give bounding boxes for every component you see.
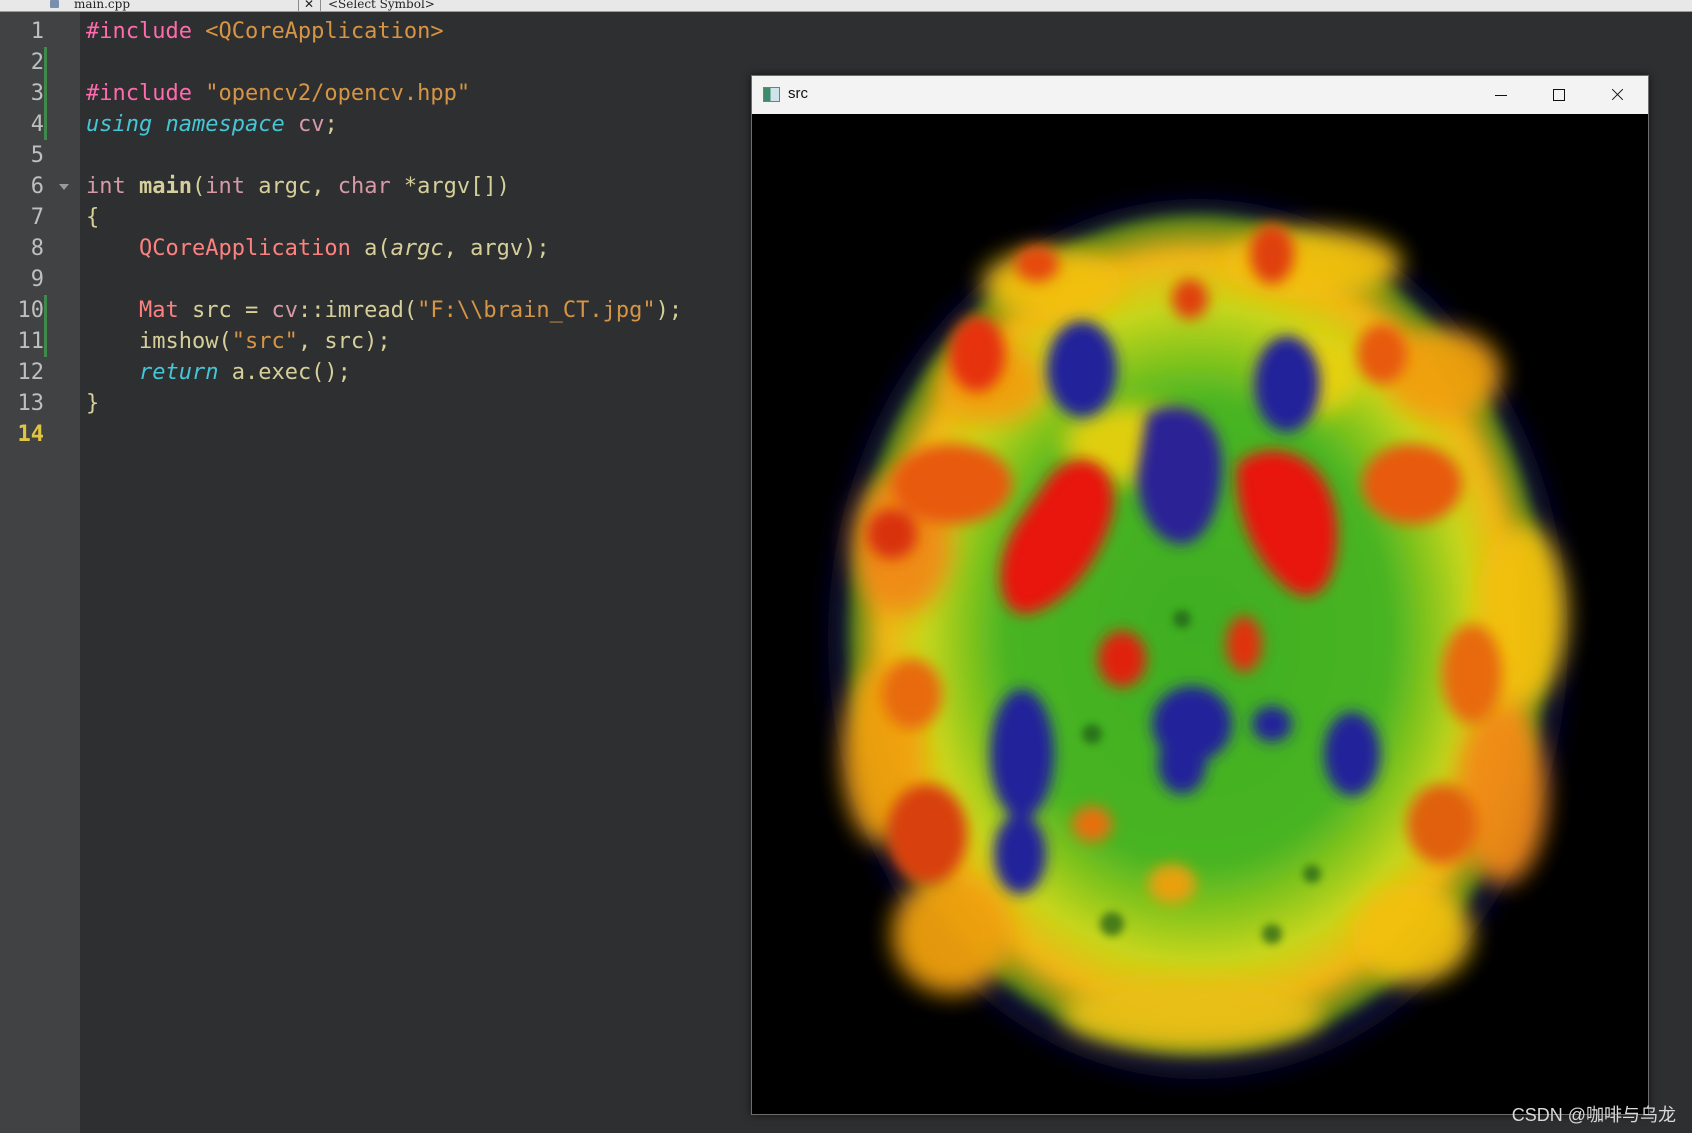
editor-toolbar: main.cpp ✕ <Select Symbol> xyxy=(0,0,1692,12)
code-line: { xyxy=(86,202,99,233)
toolbar-divider xyxy=(298,0,299,11)
code-line: using namespace cv; xyxy=(86,109,338,140)
code-token: cv xyxy=(271,298,298,323)
code-token: argc, xyxy=(244,174,338,199)
current-line-number: 14 xyxy=(17,422,45,447)
window-title: src xyxy=(788,85,808,102)
close-file-icon[interactable]: ✕ xyxy=(304,0,314,11)
maximize-icon[interactable] xyxy=(1530,76,1588,114)
code-token: using xyxy=(86,112,153,137)
code-token: a( xyxy=(350,236,391,261)
line-number: 12 xyxy=(17,360,45,385)
line-number: 6 xyxy=(30,174,44,199)
line-number: 5 xyxy=(30,143,44,168)
code-token: return xyxy=(138,360,219,385)
opencv-window-icon xyxy=(763,87,780,102)
code-token: namespace xyxy=(165,112,285,137)
brain-scan-graphic xyxy=(828,199,1568,1079)
code-token: char xyxy=(337,174,391,199)
code-token: #include xyxy=(86,19,192,44)
code-token: QCoreApplication xyxy=(138,236,351,261)
code-token: argc xyxy=(390,236,444,261)
code-token: int xyxy=(205,174,245,199)
minimize-icon[interactable] xyxy=(1472,76,1530,114)
code-token: { xyxy=(86,205,100,230)
code-editor[interactable]: #include <QCoreApplication> #include "op… xyxy=(86,12,756,1133)
code-token: a.exec(); xyxy=(218,360,351,385)
close-icon[interactable] xyxy=(1588,76,1646,114)
code-token: main xyxy=(139,174,192,199)
symbol-selector[interactable]: <Select Symbol> xyxy=(328,0,435,11)
code-line: #include <QCoreApplication> xyxy=(86,16,444,47)
code-token: "opencv2/opencv.hpp" xyxy=(191,81,471,106)
line-number: 10 xyxy=(17,298,45,323)
code-token: Mat xyxy=(138,298,179,323)
code-token: "F:\\brain_CT.jpg" xyxy=(417,298,656,323)
code-token: *argv[]) xyxy=(390,174,510,199)
code-line: int main(int argc, char *argv[]) xyxy=(86,171,510,202)
code-line: #include "opencv2/opencv.hpp" xyxy=(86,78,470,109)
file-type-icon xyxy=(50,0,59,8)
line-number: 1 xyxy=(30,19,44,44)
code-token: ; xyxy=(324,112,338,137)
code-token: cv xyxy=(284,112,325,137)
window-titlebar[interactable]: src xyxy=(752,76,1648,114)
code-token: ( xyxy=(191,174,206,199)
watermark: CSDN @咖啡与乌龙 xyxy=(1511,1105,1676,1125)
line-number: 7 xyxy=(30,205,44,230)
code-token: <QCoreApplication> xyxy=(191,19,444,44)
line-number: 4 xyxy=(30,112,44,137)
line-number: 13 xyxy=(17,391,45,416)
line-number-gutter: 1 2 3 4 5 6 7 8 9 10 11 12 13 14 xyxy=(0,12,80,1133)
code-token: } xyxy=(86,391,100,416)
toolbar-divider xyxy=(320,0,321,11)
code-line: } xyxy=(86,388,99,419)
code-token: int xyxy=(86,174,126,199)
code-token: imshow( xyxy=(86,329,232,354)
code-token: , argv); xyxy=(443,236,550,261)
code-line: imshow("src", src); xyxy=(86,326,391,357)
line-number: 8 xyxy=(30,236,44,261)
code-token: "src" xyxy=(231,329,298,354)
line-number: 2 xyxy=(30,50,44,75)
code-token: ::imread( xyxy=(297,298,418,323)
line-number: 9 xyxy=(30,267,44,292)
change-marker xyxy=(44,295,47,357)
code-line: Mat src = cv::imread("F:\\brain_CT.jpg")… xyxy=(86,295,682,326)
code-token: src = xyxy=(178,298,272,323)
change-marker xyxy=(44,47,47,140)
line-number: 11 xyxy=(17,329,45,354)
file-tab[interactable]: main.cpp xyxy=(74,0,130,11)
code-token: #include xyxy=(86,81,192,106)
code-token: ); xyxy=(655,298,683,323)
code-line: return a.exec(); xyxy=(86,357,351,388)
line-number: 3 xyxy=(30,81,44,106)
fold-arrow-icon[interactable] xyxy=(59,184,69,190)
code-token: , src); xyxy=(297,329,391,354)
image-window[interactable]: src xyxy=(751,75,1649,1115)
code-line: QCoreApplication a(argc, argv); xyxy=(86,233,550,264)
brain-scan-image xyxy=(752,114,1648,1114)
